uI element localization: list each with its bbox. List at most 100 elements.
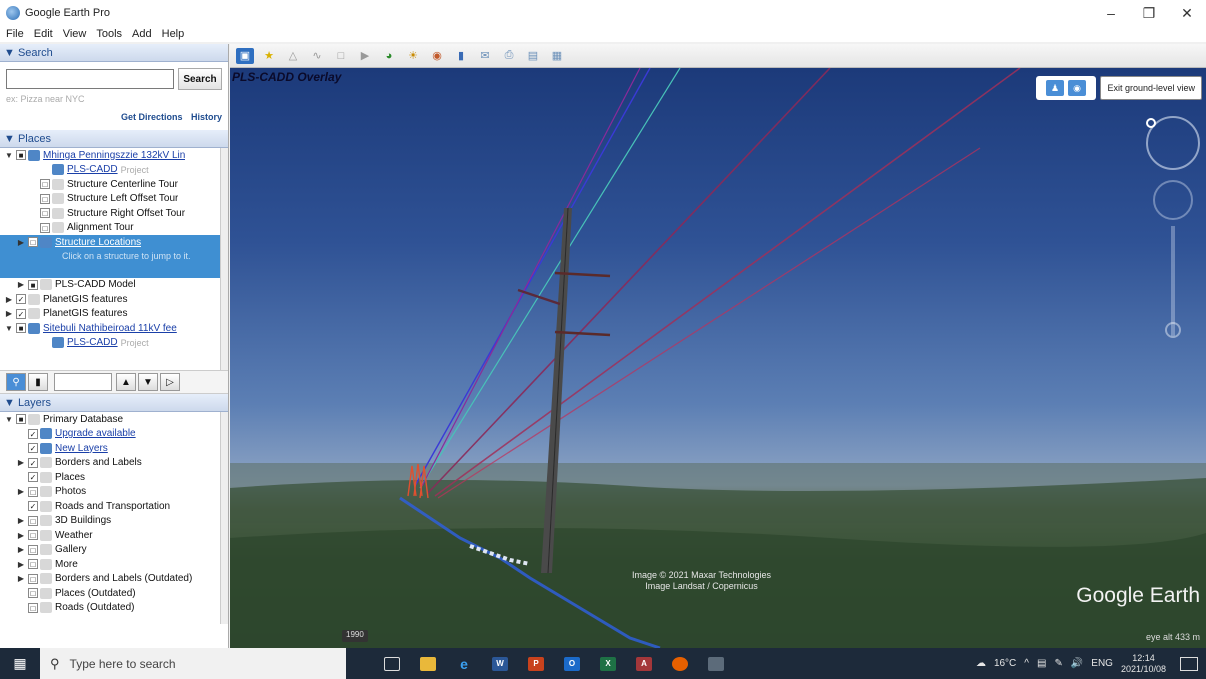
exit-ground-level-button[interactable]: Exit ground-level view (1100, 76, 1202, 100)
print-icon[interactable]: ⎙ (500, 48, 518, 64)
pen-icon[interactable]: ✎ (1054, 658, 1062, 669)
menu-help[interactable]: Help (162, 28, 185, 40)
layers-item-label[interactable]: Photos (55, 486, 86, 497)
polygon-icon[interactable]: △ (284, 48, 302, 64)
zoom-knob[interactable] (1165, 322, 1181, 338)
places-item[interactable]: □ Alignment Tour (0, 221, 228, 236)
places-item[interactable]: ▼ ■ Sitebuli Nathibeiroad 11kV fee (0, 321, 228, 336)
volume-icon[interactable]: 🔊 (1071, 658, 1083, 669)
places-panel-header[interactable]: ▼ Places (0, 130, 228, 148)
visibility-checkbox[interactable]: □ (28, 588, 38, 599)
look-joystick[interactable] (1153, 180, 1193, 220)
places-filter-input[interactable] (54, 373, 112, 391)
layers-item-label[interactable]: Places (Outdated) (55, 588, 136, 599)
tour-icon[interactable]: ▶ (356, 48, 374, 64)
visibility-checkbox[interactable]: ■ (16, 414, 26, 425)
north-indicator-icon[interactable] (1146, 118, 1156, 128)
layers-item-label[interactable]: Borders and Labels (Outdated) (55, 573, 192, 584)
layers-item[interactable]: ▼ ■ Primary Database (0, 412, 228, 427)
expand-toggle-icon[interactable]: ▶ (16, 560, 26, 569)
person-view-icon[interactable]: ♟ (1046, 80, 1064, 96)
places-item-label[interactable]: Structure Right Offset Tour (67, 208, 185, 219)
access-icon[interactable]: A (628, 648, 660, 679)
ruler-icon[interactable]: ▮ (452, 48, 470, 64)
notifications-icon[interactable] (1180, 656, 1198, 671)
visibility-checkbox[interactable]: ✓ (28, 457, 38, 468)
places-item[interactable]: PLS-CADD Project (0, 163, 228, 178)
layers-item[interactable]: ▶ ✓ Borders and Labels (0, 456, 228, 471)
tray-expand-icon[interactable]: ^ (1024, 658, 1029, 669)
layers-item[interactable]: ▶ □ Weather (0, 528, 228, 543)
places-item[interactable]: PLS-CADD Project (0, 336, 228, 351)
layers-item-label[interactable]: New Layers (55, 443, 108, 454)
firefox-icon[interactable] (664, 648, 696, 679)
places-item[interactable]: ▼ ■ Mhinga Penningszzie 132kV Lin (0, 148, 228, 163)
places-item-label[interactable]: PlanetGIS features (43, 308, 128, 319)
panel-toggle-icon[interactable]: ▮ (28, 373, 48, 391)
visibility-checkbox[interactable]: □ (40, 179, 50, 190)
outlook-icon[interactable]: O (556, 648, 588, 679)
maximize-button[interactable]: ❐ (1130, 0, 1168, 26)
google-earth-taskbar-icon[interactable] (700, 648, 732, 679)
places-item-label[interactable]: Mhinga Penningszzie 132kV Lin (43, 150, 185, 161)
layers-item-label[interactable]: Borders and Labels (55, 457, 142, 468)
visibility-checkbox[interactable]: ✓ (16, 308, 26, 319)
visibility-checkbox[interactable]: □ (40, 222, 50, 233)
menu-view[interactable]: View (63, 28, 87, 40)
places-item-label[interactable]: PLS-CADD (67, 337, 118, 348)
layers-scrollbar[interactable] (220, 412, 228, 624)
task-view-icon[interactable] (376, 648, 408, 679)
maps-icon[interactable]: ▦ (548, 48, 566, 64)
layers-item[interactable]: ▶ □ Gallery (0, 543, 228, 558)
layers-item-label[interactable]: Roads and Transportation (55, 501, 170, 512)
places-item[interactable]: ▶ ■ PLS-CADD Model (0, 278, 228, 293)
visibility-checkbox[interactable]: □ (28, 602, 38, 613)
expand-toggle-icon[interactable]: ▶ (16, 531, 26, 540)
menu-file[interactable]: File (6, 28, 24, 40)
visibility-checkbox[interactable]: □ (28, 544, 38, 555)
expand-toggle-icon[interactable]: ▶ (16, 280, 26, 289)
places-item[interactable]: □ Structure Centerline Tour (0, 177, 228, 192)
visibility-checkbox[interactable]: ■ (16, 323, 26, 334)
layers-item-label[interactable]: More (55, 559, 78, 570)
visibility-checkbox[interactable]: □ (28, 530, 38, 541)
places-item[interactable]: ▶ ✓ PlanetGIS features (0, 307, 228, 322)
layers-item[interactable]: ▶ □ Photos (0, 485, 228, 500)
expand-toggle-icon[interactable]: ▶ (16, 516, 26, 525)
layers-item[interactable]: ✓ New Layers (0, 441, 228, 456)
save-image-icon[interactable]: ▤ (524, 48, 542, 64)
expand-toggle-icon[interactable]: ▶ (4, 295, 14, 304)
layers-item-label[interactable]: Roads (Outdated) (55, 602, 135, 613)
places-scrollbar[interactable] (220, 148, 228, 370)
places-item-label[interactable]: PLS-CADD (67, 164, 118, 175)
expand-toggle-icon[interactable]: ▶ (16, 487, 26, 496)
compass-ring[interactable] (1146, 116, 1200, 170)
visibility-checkbox[interactable]: □ (28, 486, 38, 497)
visibility-checkbox[interactable]: ✓ (16, 294, 26, 305)
places-item-label[interactable]: Structure Centerline Tour (67, 179, 178, 190)
visibility-checkbox[interactable]: □ (28, 559, 38, 570)
expand-toggle-icon[interactable]: ▶ (16, 458, 26, 467)
places-item-label[interactable]: PlanetGIS features (43, 294, 128, 305)
windows-start-icon[interactable]: ▦ (0, 648, 40, 679)
minimize-button[interactable]: – (1092, 0, 1130, 26)
search-places-icon[interactable]: ⚲ (6, 373, 26, 391)
weather-icon[interactable]: ☁ (976, 658, 986, 669)
path-icon[interactable]: ∿ (308, 48, 326, 64)
layers-item[interactable]: □ Places (Outdated) (0, 586, 228, 601)
search-panel-header[interactable]: ▼ Search (0, 44, 228, 62)
move-up-icon[interactable]: ▲ (116, 373, 136, 391)
places-item-label[interactable]: Structure Left Offset Tour (67, 193, 178, 204)
search-input[interactable] (6, 69, 174, 89)
file-explorer-icon[interactable] (412, 648, 444, 679)
expand-toggle-icon[interactable]: ▶ (16, 545, 26, 554)
layers-item-label[interactable]: Upgrade available (55, 428, 136, 439)
powerpoint-icon[interactable]: P (520, 648, 552, 679)
layers-item-label[interactable]: Places (55, 472, 85, 483)
menu-tools[interactable]: Tools (96, 28, 122, 40)
places-item[interactable]: □ Structure Right Offset Tour (0, 206, 228, 221)
layers-item[interactable]: ▶ □ Borders and Labels (Outdated) (0, 572, 228, 587)
layers-item[interactable]: □ Roads (Outdated) (0, 601, 228, 616)
visibility-checkbox[interactable]: ✓ (28, 501, 38, 512)
visibility-checkbox[interactable]: ✓ (28, 428, 38, 439)
